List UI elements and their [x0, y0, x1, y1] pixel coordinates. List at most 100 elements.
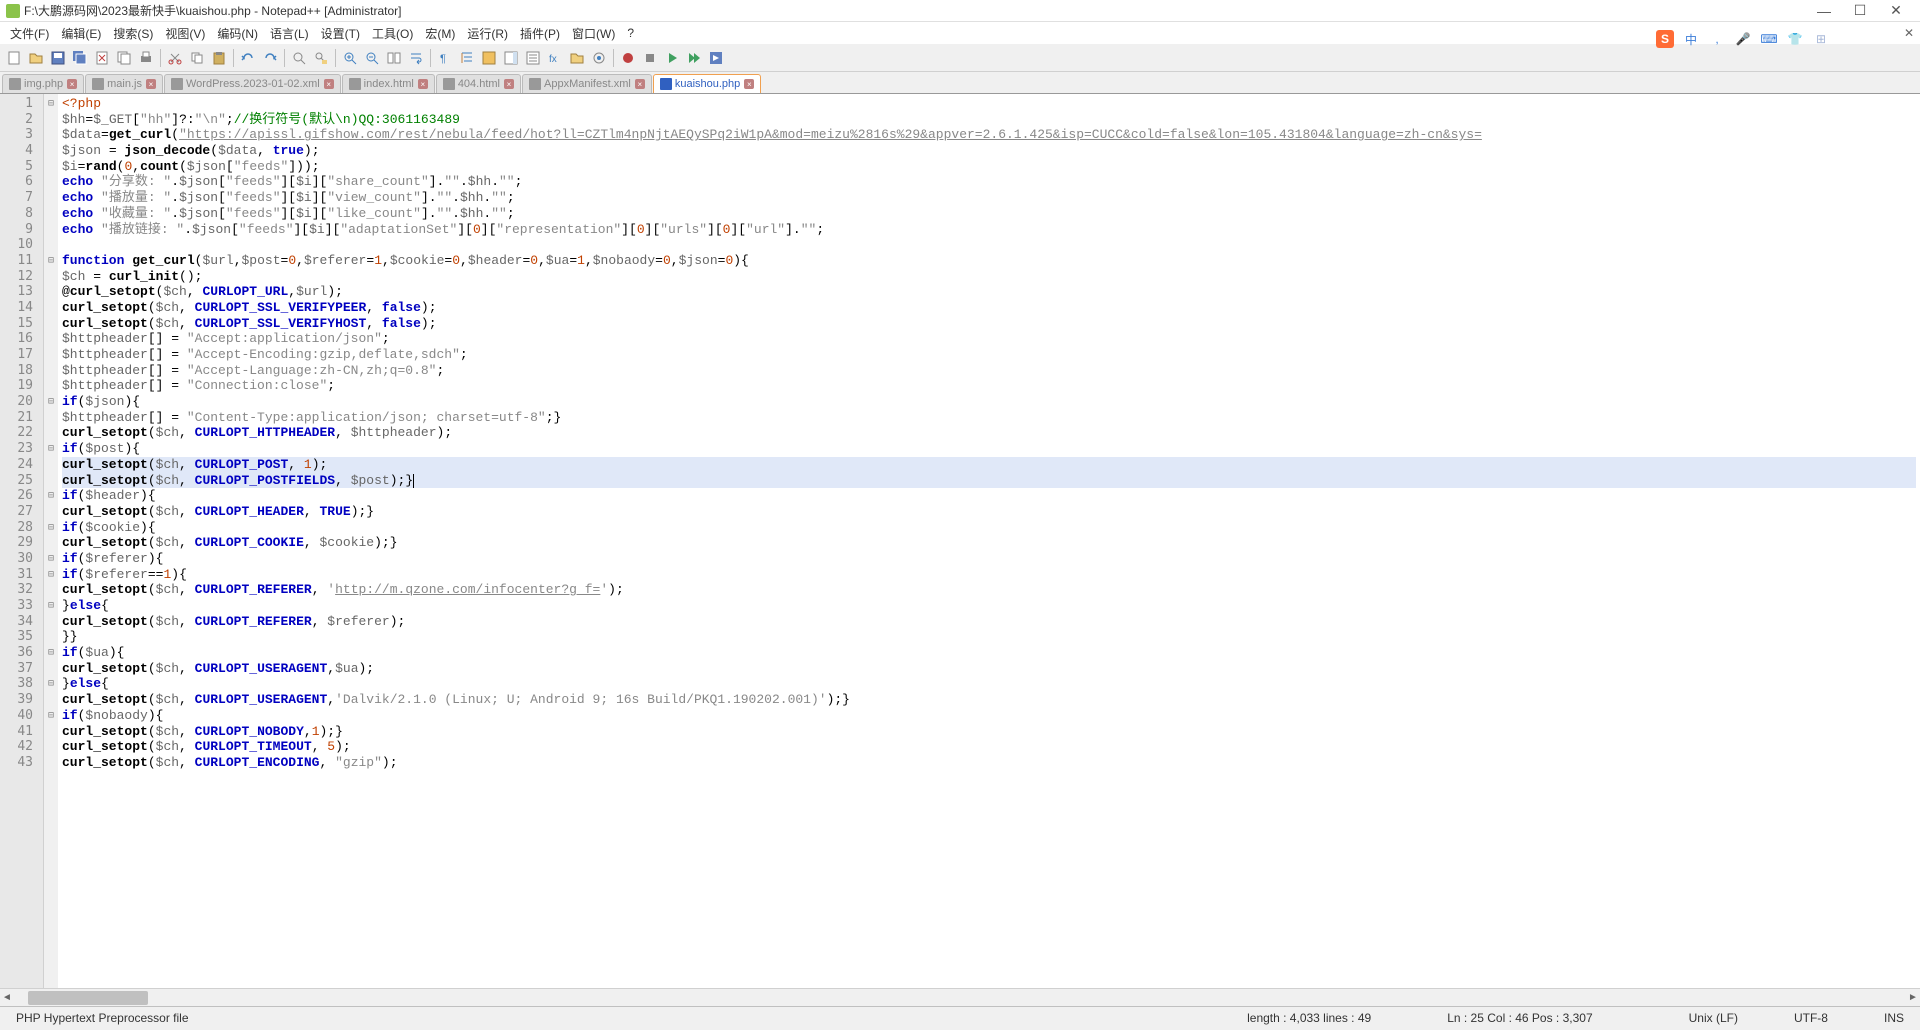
code-editor[interactable]: <?php$hh=$_GET["hh"]?:"\n";//换行符号(默认\n)Q…: [58, 94, 1920, 988]
fold-gutter[interactable]: ⊟⊟⊟⊟⊟⊟⊟⊟⊟⊟⊟⊟: [44, 94, 58, 988]
function-list-button[interactable]: fx: [545, 48, 565, 68]
tab-close-icon[interactable]: ×: [635, 79, 645, 89]
record-macro-button[interactable]: [618, 48, 638, 68]
menu-view[interactable]: 视图(V): [159, 23, 211, 44]
tab-index-html[interactable]: index.html ×: [342, 74, 435, 93]
minimize-button[interactable]: —: [1806, 3, 1842, 19]
close-file-button[interactable]: [92, 48, 112, 68]
indent-guide-button[interactable]: [457, 48, 477, 68]
paste-button[interactable]: [209, 48, 229, 68]
maximize-button[interactable]: ☐: [1842, 2, 1878, 19]
window-title: F:\大鹏源码网\2023最新快手\kuaishou.php - Notepad…: [24, 2, 1806, 19]
menu-search[interactable]: 搜索(S): [107, 23, 159, 44]
tab-main-js[interactable]: main.js ×: [85, 74, 163, 93]
scroll-left-arrow[interactable]: ◄: [0, 992, 14, 1003]
ime-skin-icon[interactable]: 👕: [1786, 30, 1804, 48]
cut-button[interactable]: [165, 48, 185, 68]
show-all-chars-button[interactable]: ¶: [435, 48, 455, 68]
tab-label: AppxManifest.xml: [544, 78, 631, 90]
ime-grid-icon[interactable]: ⊞: [1812, 30, 1830, 48]
tab-close-icon[interactable]: ×: [744, 79, 754, 89]
print-button[interactable]: [136, 48, 156, 68]
horizontal-scrollbar[interactable]: ◄ ►: [0, 988, 1920, 1006]
tab-label: index.html: [364, 78, 414, 90]
tab-close-icon[interactable]: ×: [67, 79, 77, 89]
new-file-button[interactable]: [4, 48, 24, 68]
play-multiple-button[interactable]: [684, 48, 704, 68]
ime-keyboard-icon[interactable]: ⌨: [1760, 30, 1778, 48]
menu-macro[interactable]: 宏(M): [419, 23, 461, 44]
tab-kuaishou-php[interactable]: kuaishou.php×: [653, 74, 761, 93]
menu-plugins[interactable]: 插件(P): [514, 23, 566, 44]
title-bar: F:\大鹏源码网\2023最新快手\kuaishou.php - Notepad…: [0, 0, 1920, 22]
menu-window[interactable]: 窗口(W): [566, 23, 621, 44]
tab-WordPress-2023-01-02-xml[interactable]: WordPress.2023-01-02.xml×: [164, 74, 341, 93]
close-all-button[interactable]: [114, 48, 134, 68]
zoom-out-button[interactable]: [362, 48, 382, 68]
tab-close-icon[interactable]: ×: [418, 79, 428, 89]
stop-macro-button[interactable]: [640, 48, 660, 68]
line-number-gutter: 1234567891011121314151617181920212223242…: [0, 94, 44, 988]
save-macro-button[interactable]: [706, 48, 726, 68]
replace-button[interactable]: [311, 48, 331, 68]
menu-close-x[interactable]: ✕: [1904, 26, 1914, 40]
status-insert-mode[interactable]: INS: [1876, 1011, 1912, 1025]
tab-label: img.php: [24, 78, 63, 90]
redo-button[interactable]: [260, 48, 280, 68]
tab-close-icon[interactable]: ×: [324, 79, 334, 89]
app-icon: [6, 4, 20, 18]
status-position: Ln : 25 Col : 46 Pos : 3,307: [1439, 1011, 1600, 1025]
save-button[interactable]: [48, 48, 68, 68]
scroll-thumb[interactable]: [28, 991, 148, 1005]
toolbar: ¶ fx: [0, 44, 1920, 72]
ime-punct-icon[interactable]: ,: [1708, 30, 1726, 48]
sync-scroll-button[interactable]: [384, 48, 404, 68]
menu-run[interactable]: 运行(R): [461, 23, 514, 44]
monitor-button[interactable]: [589, 48, 609, 68]
file-icon: [9, 78, 21, 90]
tab-close-icon[interactable]: ×: [146, 79, 156, 89]
tab-bar: img.php×main.js×WordPress.2023-01-02.xml…: [0, 72, 1920, 94]
wrap-button[interactable]: [406, 48, 426, 68]
tab-label: main.js: [107, 78, 142, 90]
tab-404-html[interactable]: 404.html×: [436, 74, 521, 93]
undo-button[interactable]: [238, 48, 258, 68]
menu-edit[interactable]: 编辑(E): [55, 23, 107, 44]
ime-lang-icon[interactable]: 中: [1682, 30, 1700, 48]
tab-close-icon[interactable]: ×: [504, 79, 514, 89]
menu-tools[interactable]: 工具(O): [366, 23, 419, 44]
zoom-in-button[interactable]: [340, 48, 360, 68]
status-encoding[interactable]: UTF-8: [1786, 1011, 1836, 1025]
svg-text:¶: ¶: [440, 53, 446, 65]
menu-help[interactable]: ?: [621, 24, 640, 42]
save-all-button[interactable]: [70, 48, 90, 68]
doc-list-button[interactable]: [523, 48, 543, 68]
status-length: length : 4,033 lines : 49: [1239, 1011, 1379, 1025]
toolbar-separator: [160, 49, 161, 67]
menu-settings[interactable]: 设置(T): [315, 23, 366, 44]
file-icon: [171, 78, 183, 90]
menu-encoding[interactable]: 编码(N): [211, 23, 264, 44]
file-icon: [529, 78, 541, 90]
ime-sogou-icon[interactable]: S: [1656, 30, 1674, 48]
menu-language[interactable]: 语言(L): [264, 23, 315, 44]
tab-AppxManifest-xml[interactable]: AppxManifest.xml ×: [522, 74, 652, 93]
find-button[interactable]: [289, 48, 309, 68]
menu-file[interactable]: 文件(F): [4, 23, 55, 44]
folder-workspace-button[interactable]: [567, 48, 587, 68]
scroll-right-arrow[interactable]: ►: [1906, 992, 1920, 1003]
tab-img-php[interactable]: img.php ×: [2, 74, 84, 93]
close-button[interactable]: ✕: [1878, 2, 1914, 19]
menu-bar: 文件(F) 编辑(E) 搜索(S) 视图(V) 编码(N) 语言(L) 设置(T…: [0, 22, 1920, 44]
ime-mic-icon[interactable]: 🎤: [1734, 30, 1752, 48]
doc-map-button[interactable]: [501, 48, 521, 68]
play-macro-button[interactable]: [662, 48, 682, 68]
toolbar-separator: [430, 49, 431, 67]
status-bar: PHP Hypertext Preprocessor file length :…: [0, 1006, 1920, 1028]
ime-toolbar: S 中 , 🎤 ⌨ 👕 ⊞: [1656, 30, 1830, 48]
user-lang-button[interactable]: [479, 48, 499, 68]
status-eol[interactable]: Unix (LF): [1681, 1011, 1746, 1025]
status-language: PHP Hypertext Preprocessor file: [8, 1011, 197, 1025]
open-file-button[interactable]: [26, 48, 46, 68]
copy-button[interactable]: [187, 48, 207, 68]
